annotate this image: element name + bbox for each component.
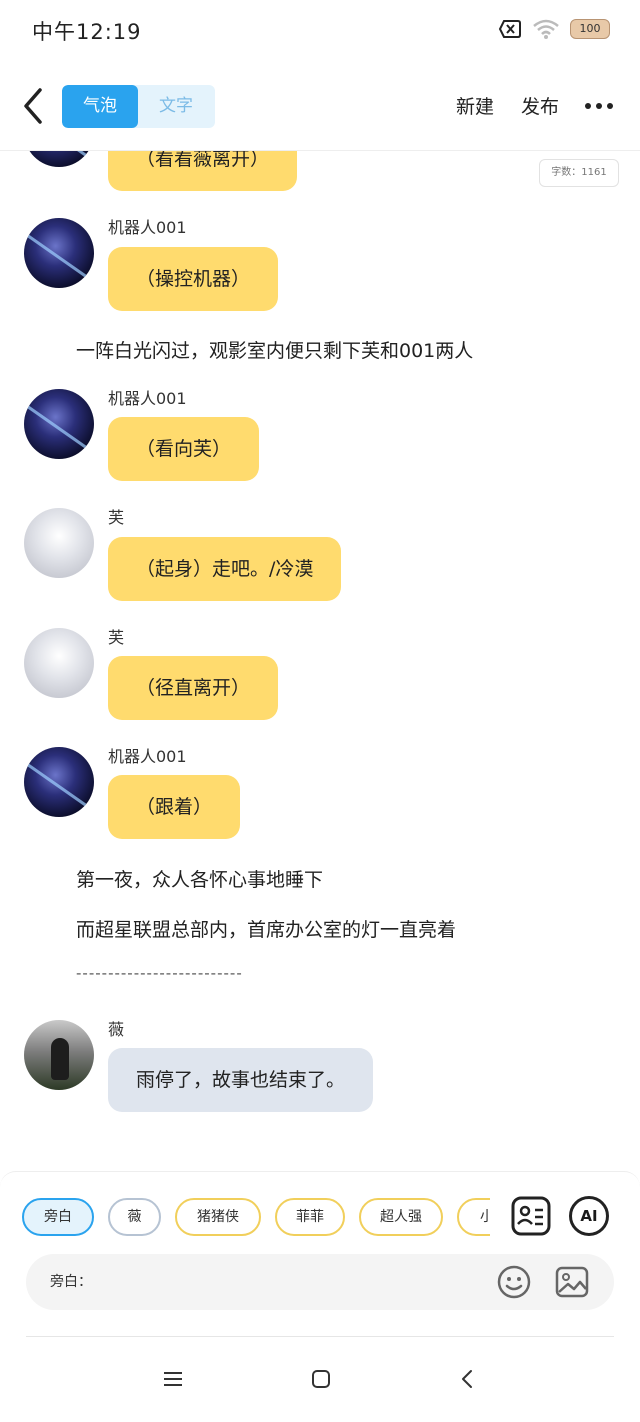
character-card-icon[interactable] [511,1196,551,1236]
input-panel: 旁白 薇 猪猪侠 菲菲 超人强 小 AI 旁白： [0,1171,640,1336]
message-bubble[interactable]: （起身）走吧。/冷漠 [108,537,342,601]
no-sim-icon [498,20,521,38]
tab-text[interactable]: 文字 [138,85,214,128]
mode-switch: 气泡 文字 [62,85,215,128]
publish-button[interactable]: 发布 [521,92,559,119]
emoji-icon[interactable] [496,1264,532,1300]
new-button[interactable]: 新建 [456,92,494,119]
speaker-name: 机器人001 [108,218,187,237]
robot-avatar[interactable] [24,151,94,167]
back-icon[interactable] [456,1367,480,1391]
role-chip-narrator[interactable]: 旁白 [22,1198,94,1236]
message-bubble[interactable]: 雨停了，故事也结束了。 [108,1048,374,1112]
ai-button[interactable]: AI [569,1196,609,1236]
status-icons: 100 [498,18,610,40]
role-chip[interactable]: 薇 [108,1198,161,1236]
role-chip[interactable]: 超人强 [359,1198,443,1236]
narration-text[interactable]: 而超星联盟总部内，首席办公室的灯一直亮着 [76,915,456,942]
message-bubble[interactable]: （径直离开） [108,656,279,720]
message-input[interactable]: 旁白： [26,1254,614,1310]
robot-avatar[interactable] [24,389,94,459]
robot-avatar[interactable] [24,218,94,288]
back-arrow-icon[interactable] [16,82,56,130]
chat-area[interactable]: 字数：1161 （看看薇离开） 机器人001 （操控机器） 一阵白光闪过，观影室… [0,151,640,1171]
image-icon[interactable] [554,1264,590,1300]
battery-icon: 100 [570,19,610,39]
role-selector: 旁白 薇 猪猪侠 菲菲 超人强 小 [20,1198,490,1238]
speaker-name: 芙 [108,508,125,527]
speaker-name: 芙 [108,628,125,647]
tab-bubble[interactable]: 气泡 [62,85,138,128]
system-nav-bar [0,1337,640,1422]
speaker-name: 机器人001 [108,389,187,408]
speaker-name: 机器人001 [108,747,187,766]
role-chip[interactable]: 猪猪侠 [175,1198,261,1236]
fu-avatar[interactable] [24,508,94,578]
word-count-badge: 字数：1161 [539,159,619,187]
scene-divider[interactable]: -------------------------- [76,964,243,982]
wei-avatar[interactable] [24,1020,94,1090]
role-chip[interactable]: 小 [457,1198,490,1236]
message-bubble[interactable]: （看看薇离开） [108,151,298,191]
header: 气泡 文字 新建 发布 [0,72,640,140]
narration-text[interactable]: 一阵白光闪过，观影室内便只剩下芙和001两人 [76,336,473,363]
fu-avatar[interactable] [24,628,94,698]
message-bubble[interactable]: （看向芙） [108,417,260,481]
menu-icon[interactable] [161,1367,185,1391]
robot-avatar[interactable] [24,747,94,817]
message-bubble[interactable]: （跟着） [108,775,241,839]
input-role-label: 旁白： [50,1274,92,1290]
home-icon[interactable] [309,1367,333,1391]
wifi-icon [533,19,559,39]
speaker-name: 薇 [108,1020,125,1039]
role-chip[interactable]: 菲菲 [275,1198,345,1236]
more-options-icon[interactable] [584,94,614,118]
status-time: 中午12:19 [32,20,142,44]
status-bar: 中午12:19 100 [0,0,640,60]
message-bubble[interactable]: （操控机器） [108,247,279,311]
narration-text[interactable]: 第一夜，众人各怀心事地睡下 [76,865,323,892]
